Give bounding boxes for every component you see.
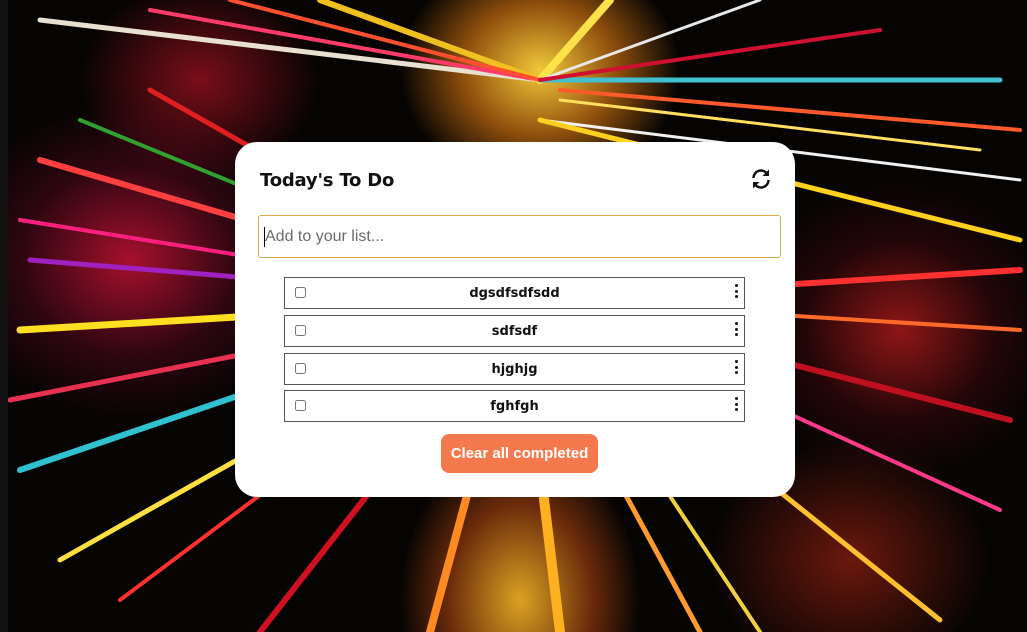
todo-item: fghfgh [284,390,745,422]
item-label: hjghjg [491,362,538,377]
more-vertical-icon[interactable] [733,397,739,411]
window-edge [0,0,8,632]
page-title: Today's To Do [260,170,395,191]
item-label: fghfgh [490,399,539,414]
todo-item: sdfsdf [284,315,745,347]
todo-card: Today's To Do dgsdfsdfsdd sdfsdf hjghjg … [235,142,795,497]
more-vertical-icon[interactable] [733,284,739,298]
refresh-button[interactable] [749,167,773,191]
refresh-icon [752,169,770,189]
add-item-input[interactable] [258,215,781,258]
clear-completed-button[interactable]: Clear all completed [441,434,598,473]
more-vertical-icon[interactable] [733,322,739,336]
todo-item: dgsdfsdfsdd [284,277,745,309]
item-label: dgsdfsdfsdd [469,286,560,301]
text-cursor [264,227,265,247]
more-vertical-icon[interactable] [733,360,739,374]
item-label: sdfsdf [491,324,538,339]
todo-item: hjghjg [284,353,745,385]
